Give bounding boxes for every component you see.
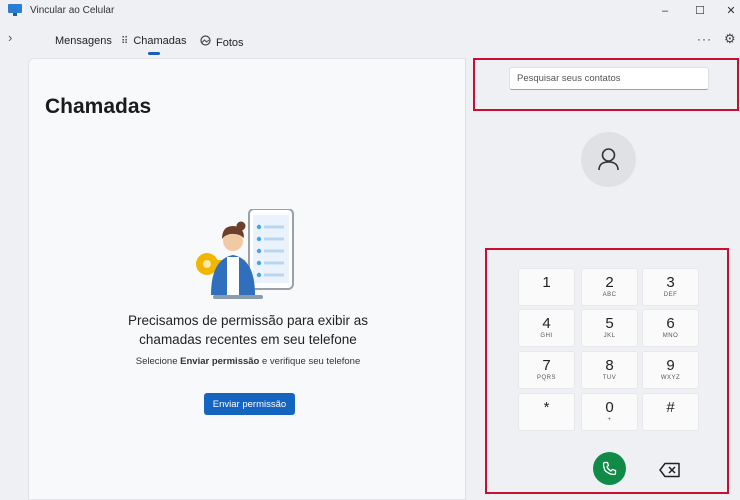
dialpad-key[interactable]: 6 MNO xyxy=(642,309,699,347)
permission-heading-line-1: Precisamos de permissão para exibir as xyxy=(127,313,369,328)
key-digit: 7 xyxy=(542,357,551,374)
dialpad-key[interactable]: 3 DEF xyxy=(642,268,699,306)
instructions-prefix: Selecione xyxy=(135,356,181,367)
dialpad-key[interactable]: 2 ABC xyxy=(581,268,638,306)
dialpad-key[interactable]: * xyxy=(518,393,575,431)
dialpad-key[interactable]: 8 TUV xyxy=(581,351,638,389)
calls-panel: Chamadas Precisamos de permissão para ex… xyxy=(28,58,466,500)
tab-label: Mensagens xyxy=(55,35,112,47)
key-letters: MNO xyxy=(662,333,679,339)
more-options-icon[interactable]: ··· xyxy=(697,32,712,46)
dialpad-key[interactable]: 4 GHI xyxy=(518,309,575,347)
key-digit: 3 xyxy=(666,274,675,291)
dialpad-key[interactable]: # xyxy=(642,393,699,431)
tab-label: Chamadas xyxy=(133,35,187,47)
photos-icon xyxy=(200,35,211,49)
instructions-emphasis: Enviar permissão xyxy=(180,356,260,367)
key-letters: PQRS xyxy=(536,375,556,381)
dialpad-key[interactable]: 9 WXYZ xyxy=(642,351,699,389)
close-button[interactable]: ✕ xyxy=(720,3,740,19)
key-digit: * xyxy=(543,399,550,416)
tab-label: Fotos xyxy=(216,37,244,49)
key-digit: 8 xyxy=(605,357,614,374)
key-digit: 1 xyxy=(542,274,551,291)
dialpad-key[interactable]: 1 xyxy=(518,268,575,306)
permission-instructions: Selecione Enviar permissão e verifique s… xyxy=(29,356,467,367)
key-letters: GHI xyxy=(540,333,553,339)
permission-illustration xyxy=(196,209,294,299)
window-title: Vincular ao Celular xyxy=(30,5,115,16)
call-button[interactable] xyxy=(593,452,626,485)
key-digit: 2 xyxy=(605,274,614,291)
tab-chamadas[interactable]: ⠿ Chamadas xyxy=(121,35,187,47)
key-digit: # xyxy=(666,399,675,416)
minimize-button[interactable]: – xyxy=(654,3,676,19)
avatar xyxy=(581,132,636,187)
key-letters: WXYZ xyxy=(660,375,681,381)
key-letters: DEF xyxy=(663,292,678,298)
gear-icon[interactable]: ⚙ xyxy=(724,31,736,47)
tab-mensagens[interactable]: Mensagens xyxy=(55,35,112,47)
dialpad-key[interactable]: 5 JKL xyxy=(581,309,638,347)
instructions-suffix: e verifique seu telefone xyxy=(259,356,361,367)
tab-fotos[interactable]: Fotos xyxy=(200,35,244,49)
key-digit: 5 xyxy=(605,315,614,332)
key-digit: 9 xyxy=(666,357,675,374)
expand-sidebar-chevron-icon[interactable]: › xyxy=(8,30,12,45)
app-icon xyxy=(8,4,22,16)
key-letters: + xyxy=(607,417,612,423)
phone-icon xyxy=(602,461,617,476)
key-digit: 4 xyxy=(542,315,551,332)
send-permission-button[interactable]: Enviar permissão xyxy=(204,393,295,415)
page-title: Chamadas xyxy=(45,95,152,118)
backspace-icon[interactable] xyxy=(659,462,681,478)
key-letters: JKL xyxy=(603,333,616,339)
key-letters: TUV xyxy=(602,375,617,381)
selected-tab-indicator xyxy=(148,52,160,55)
dialpad-key[interactable]: 7 PQRS xyxy=(518,351,575,389)
permission-heading: Precisamos de permissão para exibir as c… xyxy=(29,311,467,349)
person-icon xyxy=(598,148,619,171)
key-digit: 6 xyxy=(666,315,675,332)
key-digit: 0 xyxy=(605,399,614,416)
maximize-button[interactable]: ☐ xyxy=(689,3,711,19)
dialpad-icon: ⠿ xyxy=(121,36,129,47)
dialpad-key[interactable]: 0 + xyxy=(581,393,638,431)
search-contacts-input[interactable] xyxy=(509,67,709,90)
title-bar: Vincular ao Celular – ☐ ✕ xyxy=(0,0,740,22)
key-letters: ABC xyxy=(602,292,617,298)
permission-heading-line-2: chamadas recentes em seu telefone xyxy=(139,332,357,347)
